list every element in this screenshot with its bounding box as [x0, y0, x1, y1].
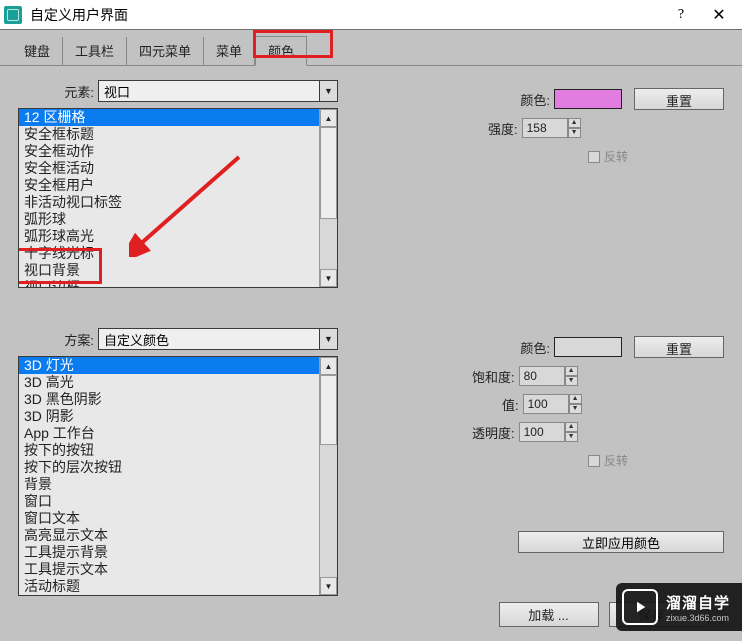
scrollbar[interactable]: ▲ ▼	[319, 357, 337, 595]
tab-quadmenu[interactable]: 四元菜单	[127, 37, 204, 65]
color2-swatch[interactable]	[554, 337, 622, 357]
watermark: 溜溜自学 zixue.3d66.com	[616, 583, 742, 631]
color-swatch[interactable]	[554, 89, 622, 109]
list-item[interactable]: 3D 阴影	[19, 408, 319, 425]
load-button[interactable]: 加载 ...	[499, 602, 599, 627]
list-item[interactable]: 工具提示背景	[19, 544, 319, 561]
list-item[interactable]: 安全框活动	[19, 160, 319, 177]
tab-keyboard[interactable]: 键盘	[12, 37, 63, 65]
list-item[interactable]: 非活动视口标签	[19, 194, 319, 211]
spin-up[interactable]: ▲	[565, 422, 578, 432]
list-item[interactable]: 按下的层次按钮	[19, 459, 319, 476]
tab-toolbar[interactable]: 工具栏	[63, 37, 127, 65]
list-item[interactable]: 3D 灯光	[19, 357, 319, 374]
list-item[interactable]: 视口边框	[19, 279, 319, 287]
scroll-down[interactable]: ▼	[320, 577, 337, 595]
close-button[interactable]: ✕	[700, 1, 738, 29]
trans-label: 透明度:	[472, 423, 515, 442]
spin-down[interactable]: ▼	[568, 128, 581, 138]
scroll-down[interactable]: ▼	[320, 269, 337, 287]
scroll-thumb[interactable]	[320, 375, 337, 445]
trans-input[interactable]	[519, 422, 565, 442]
list-item[interactable]: 视口背景	[19, 262, 319, 279]
elements-label: 元素:	[18, 82, 94, 101]
list-item[interactable]: 活动标题	[19, 578, 319, 595]
elements-listbox[interactable]: 12 区栅格 安全框标题 安全框动作 安全框活动 安全框用户 非活动视口标签 弧…	[18, 108, 338, 288]
intensity-label: 强度:	[488, 119, 518, 138]
val-input[interactable]	[523, 394, 569, 414]
spin-down[interactable]: ▼	[565, 376, 578, 386]
scheme-listbox[interactable]: 3D 灯光 3D 高光 3D 黑色阴影 3D 阴影 App 工作台 按下的按钮 …	[18, 356, 338, 596]
sat-label: 饱和度:	[472, 367, 515, 386]
spin-down[interactable]: ▼	[565, 432, 578, 442]
apply-now-button[interactable]: 立即应用颜色	[518, 531, 724, 553]
intensity-input[interactable]	[522, 118, 568, 138]
list-item[interactable]: 窗口	[19, 493, 319, 510]
spin-up[interactable]: ▲	[569, 394, 582, 404]
scroll-up[interactable]: ▲	[320, 109, 337, 127]
scheme-label: 方案:	[18, 330, 94, 349]
list-item[interactable]: 十字线光标	[19, 245, 319, 262]
app-icon	[4, 6, 22, 24]
tab-bar: 键盘 工具栏 四元菜单 菜单 颜色	[0, 30, 742, 66]
list-item[interactable]: 窗口文本	[19, 510, 319, 527]
list-item[interactable]: 安全框动作	[19, 143, 319, 160]
color-label: 颜色:	[520, 90, 550, 109]
list-item[interactable]: 弧形球高光	[19, 228, 319, 245]
spin-up[interactable]: ▲	[568, 118, 581, 128]
list-item[interactable]: 12 区栅格	[19, 109, 319, 126]
list-item[interactable]: 工具提示文本	[19, 561, 319, 578]
play-icon	[622, 589, 658, 625]
tab-menu[interactable]: 菜单	[204, 37, 255, 65]
spin-down[interactable]: ▼	[569, 404, 582, 414]
color2-label: 颜色:	[520, 338, 550, 357]
list-item[interactable]: 3D 高光	[19, 374, 319, 391]
list-item[interactable]: App 工作台	[19, 425, 319, 442]
list-item[interactable]: 高亮显示文本	[19, 527, 319, 544]
invert-checkbox[interactable]: 反转	[588, 148, 628, 165]
scroll-thumb[interactable]	[320, 127, 337, 219]
scroll-up[interactable]: ▲	[320, 357, 337, 375]
invert2-checkbox[interactable]: 反转	[588, 452, 628, 469]
list-item[interactable]: 安全框标题	[19, 126, 319, 143]
sat-input[interactable]	[519, 366, 565, 386]
list-item[interactable]: 按下的按钮	[19, 442, 319, 459]
tab-empty	[307, 56, 337, 65]
watermark-name: 溜溜自学	[666, 592, 730, 613]
elements-combo-drop[interactable]: ▼	[320, 80, 338, 102]
watermark-url: zixue.3d66.com	[666, 613, 730, 623]
list-item[interactable]: 弧形球	[19, 211, 319, 228]
scrollbar[interactable]: ▲ ▼	[319, 109, 337, 287]
list-item[interactable]: 安全框用户	[19, 177, 319, 194]
reset-button[interactable]: 重置	[634, 88, 724, 110]
scheme-combo[interactable]	[98, 328, 320, 350]
list-item[interactable]: 背景	[19, 476, 319, 493]
reset2-button[interactable]: 重置	[634, 336, 724, 358]
help-button[interactable]: ?	[662, 1, 700, 29]
elements-combo[interactable]	[98, 80, 320, 102]
val-label: 值:	[502, 395, 519, 414]
scheme-combo-drop[interactable]: ▼	[320, 328, 338, 350]
spin-up[interactable]: ▲	[565, 366, 578, 376]
list-item[interactable]: 3D 黑色阴影	[19, 391, 319, 408]
tab-color[interactable]: 颜色	[255, 36, 307, 66]
window-title: 自定义用户界面	[30, 5, 662, 25]
